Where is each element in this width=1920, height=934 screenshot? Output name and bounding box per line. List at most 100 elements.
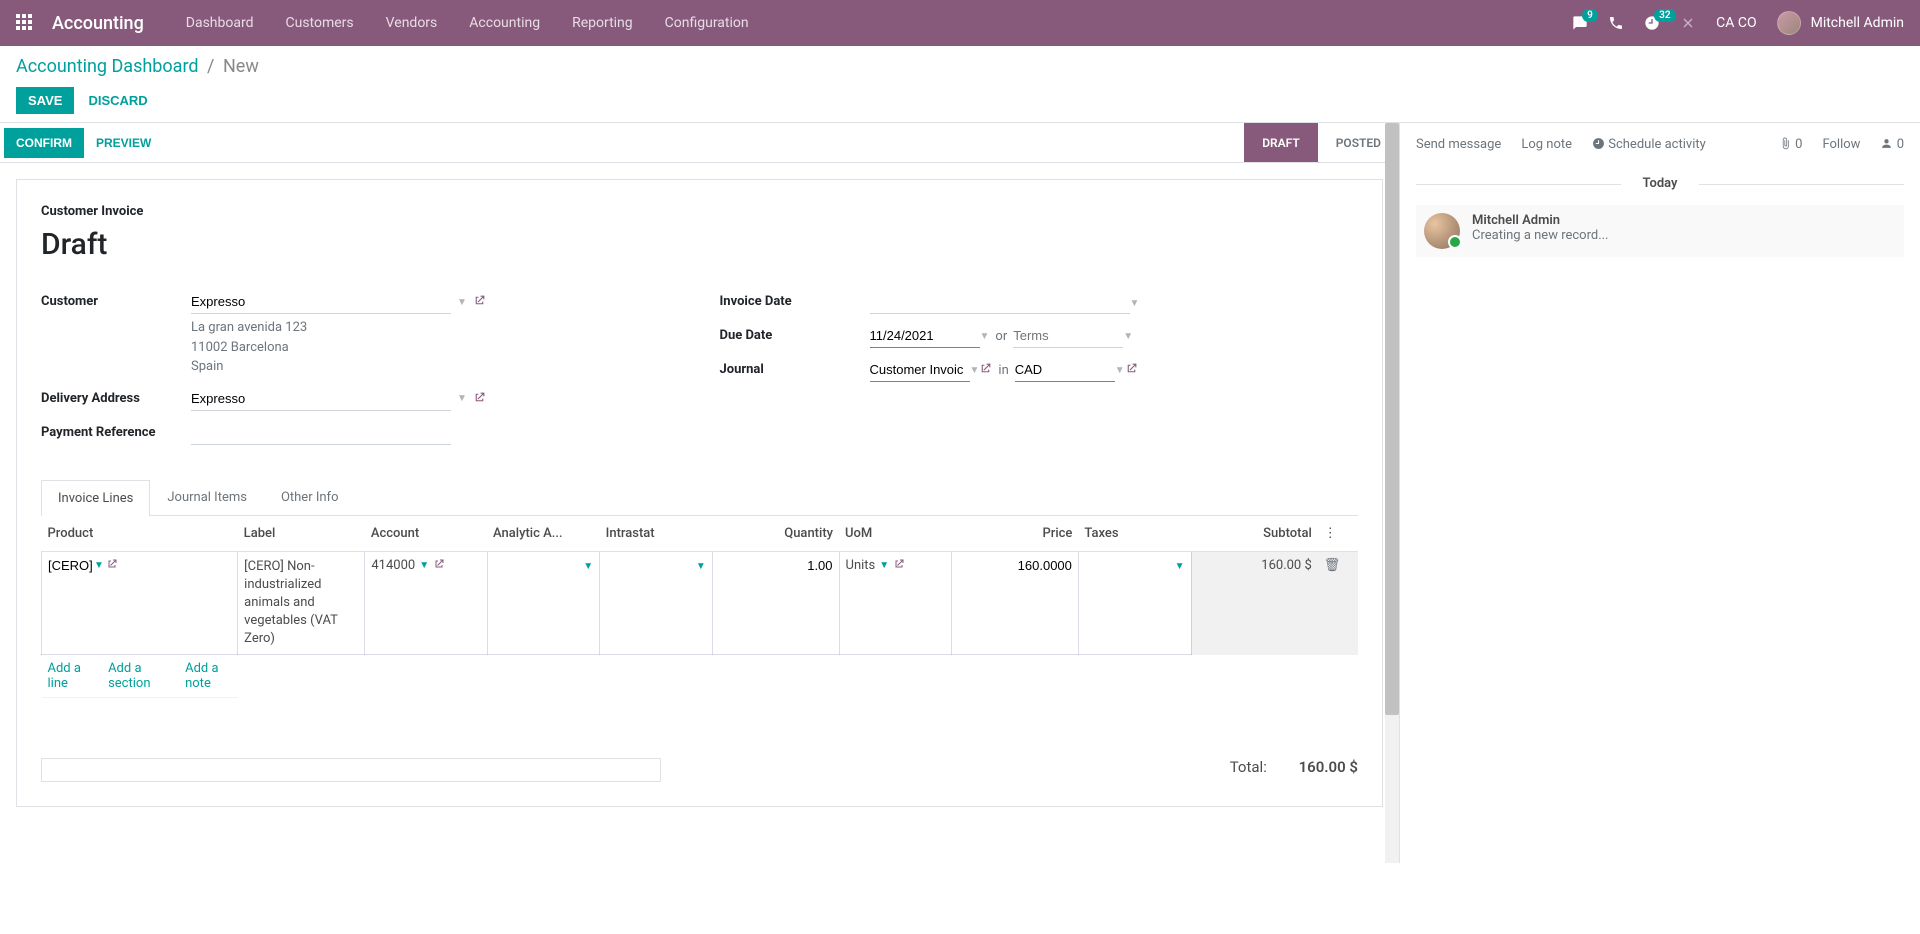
col-price: Price xyxy=(952,516,1079,552)
main-nav: Dashboard Customers Vendors Accounting R… xyxy=(172,1,763,45)
cell-price[interactable] xyxy=(958,558,1072,573)
user-name: Mitchell Admin xyxy=(1811,15,1904,31)
systray: 9 32 CA CO Mitchell Admin xyxy=(1572,11,1904,35)
nav-vendors[interactable]: Vendors xyxy=(372,1,452,45)
table-row[interactable]: ▼ [CERO] Non-industrialized animals and … xyxy=(42,551,1359,655)
caret-icon[interactable]: ▼ xyxy=(457,393,467,404)
caret-icon[interactable]: ▼ xyxy=(94,560,104,571)
company-selector[interactable]: CA CO xyxy=(1716,15,1756,31)
external-link-icon[interactable] xyxy=(473,391,486,407)
breadcrumb-current: New xyxy=(223,56,259,77)
add-section-link[interactable]: Add a section xyxy=(108,661,167,691)
chatter: Send message Log note Schedule activity … xyxy=(1400,123,1920,863)
kebab-icon[interactable]: ⋮ xyxy=(1324,526,1337,541)
col-uom: UoM xyxy=(839,516,952,552)
cell-quantity[interactable] xyxy=(719,558,833,573)
terms-notes[interactable] xyxy=(41,758,661,782)
tab-other-info[interactable]: Other Info xyxy=(264,479,356,515)
caret-icon[interactable]: ▼ xyxy=(583,561,593,572)
messages-icon[interactable]: 9 xyxy=(1572,15,1588,31)
add-line-link[interactable]: Add a line xyxy=(48,661,91,691)
cell-account[interactable]: 414000 xyxy=(371,558,415,573)
caret-icon[interactable]: ▼ xyxy=(696,561,706,572)
followers-button[interactable]: 0 xyxy=(1880,137,1904,152)
external-link-icon[interactable] xyxy=(473,294,486,310)
control-panel: Accounting Dashboard / New SAVE DISCARD xyxy=(0,46,1920,122)
trash-icon[interactable]: 🗑 xyxy=(1324,558,1341,573)
nav-reporting[interactable]: Reporting xyxy=(558,1,647,45)
tab-invoice-lines[interactable]: Invoice Lines xyxy=(41,480,150,516)
attachments-button[interactable]: 0 xyxy=(1779,137,1803,152)
caret-icon[interactable]: ▼ xyxy=(980,331,990,342)
tab-journal-items[interactable]: Journal Items xyxy=(150,479,264,515)
user-avatar xyxy=(1777,11,1801,35)
nav-customers[interactable]: Customers xyxy=(272,1,368,45)
brand-title: Accounting xyxy=(52,13,144,34)
caret-icon[interactable]: ▼ xyxy=(1123,331,1133,342)
message-avatar xyxy=(1424,213,1460,249)
cell-subtotal: 160.00 $ xyxy=(1261,558,1312,573)
external-link-icon[interactable] xyxy=(893,558,905,573)
col-label: Label xyxy=(238,516,365,552)
due-date-input[interactable] xyxy=(870,324,980,348)
caret-icon[interactable]: ▼ xyxy=(457,297,467,308)
external-link-icon[interactable] xyxy=(433,558,445,573)
total-value: 160.00 $ xyxy=(1299,758,1358,776)
total-label: Total: xyxy=(1230,758,1267,776)
caret-icon[interactable]: ▼ xyxy=(879,560,889,571)
message-author: Mitchell Admin xyxy=(1472,213,1609,228)
caret-icon[interactable]: ▼ xyxy=(1130,298,1140,309)
statusbar: CONFIRM PREVIEW DRAFT POSTED xyxy=(0,123,1399,163)
col-intrastat: Intrastat xyxy=(600,516,713,552)
nav-configuration[interactable]: Configuration xyxy=(651,1,763,45)
phone-icon[interactable] xyxy=(1608,15,1624,31)
due-date-label: Due Date xyxy=(720,324,870,343)
breadcrumb-root[interactable]: Accounting Dashboard xyxy=(16,56,199,77)
customer-input[interactable] xyxy=(191,290,451,314)
close-icon[interactable] xyxy=(1680,15,1696,31)
breadcrumb: Accounting Dashboard / New xyxy=(16,56,1904,77)
user-menu[interactable]: Mitchell Admin xyxy=(1777,11,1904,35)
stage-draft[interactable]: DRAFT xyxy=(1244,123,1318,162)
col-analytic: Analytic A... xyxy=(487,516,600,552)
col-taxes: Taxes xyxy=(1078,516,1191,552)
add-note-link[interactable]: Add a note xyxy=(185,661,232,691)
schedule-activity-button[interactable]: Schedule activity xyxy=(1592,137,1706,152)
invoice-date-input[interactable] xyxy=(870,290,1130,314)
nav-dashboard[interactable]: Dashboard xyxy=(172,1,268,45)
today-separator: Today xyxy=(1416,176,1904,191)
confirm-button[interactable]: CONFIRM xyxy=(4,128,84,158)
delivery-label: Delivery Address xyxy=(41,387,191,406)
form-area: CONFIRM PREVIEW DRAFT POSTED Customer In… xyxy=(0,123,1400,863)
payment-ref-input[interactable] xyxy=(191,421,451,445)
send-message-button[interactable]: Send message xyxy=(1416,137,1501,152)
caret-icon[interactable]: ▼ xyxy=(419,560,429,571)
caret-icon[interactable]: ▼ xyxy=(970,365,980,376)
currency-input[interactable] xyxy=(1015,358,1115,382)
save-button[interactable]: SAVE xyxy=(16,87,74,114)
scrollbar[interactable] xyxy=(1385,123,1399,863)
activities-icon[interactable]: 32 xyxy=(1644,15,1660,31)
doc-title: Draft xyxy=(41,227,1358,262)
message: Mitchell Admin Creating a new record... xyxy=(1416,205,1904,257)
follow-button[interactable]: Follow xyxy=(1822,137,1860,152)
invoice-date-label: Invoice Date xyxy=(720,290,870,309)
activities-badge: 32 xyxy=(1654,9,1675,22)
journal-input[interactable] xyxy=(870,358,970,382)
cell-label[interactable]: [CERO] Non-industrialized animals and ve… xyxy=(244,558,358,649)
cell-uom[interactable]: Units xyxy=(846,558,876,573)
caret-icon[interactable]: ▼ xyxy=(1115,365,1125,376)
nav-accounting[interactable]: Accounting xyxy=(455,1,554,45)
preview-button[interactable]: PREVIEW xyxy=(84,128,163,158)
log-note-button[interactable]: Log note xyxy=(1521,137,1572,152)
caret-icon[interactable]: ▼ xyxy=(1175,561,1185,572)
delivery-input[interactable] xyxy=(191,387,451,411)
apps-icon[interactable] xyxy=(16,14,34,32)
external-link-icon[interactable] xyxy=(979,362,992,378)
topbar: Accounting Dashboard Customers Vendors A… xyxy=(0,0,1920,46)
external-link-icon[interactable] xyxy=(1125,362,1138,378)
discard-button[interactable]: DISCARD xyxy=(88,93,147,108)
terms-input[interactable] xyxy=(1013,324,1123,348)
cell-product[interactable] xyxy=(48,558,92,573)
external-link-icon[interactable] xyxy=(106,558,118,573)
